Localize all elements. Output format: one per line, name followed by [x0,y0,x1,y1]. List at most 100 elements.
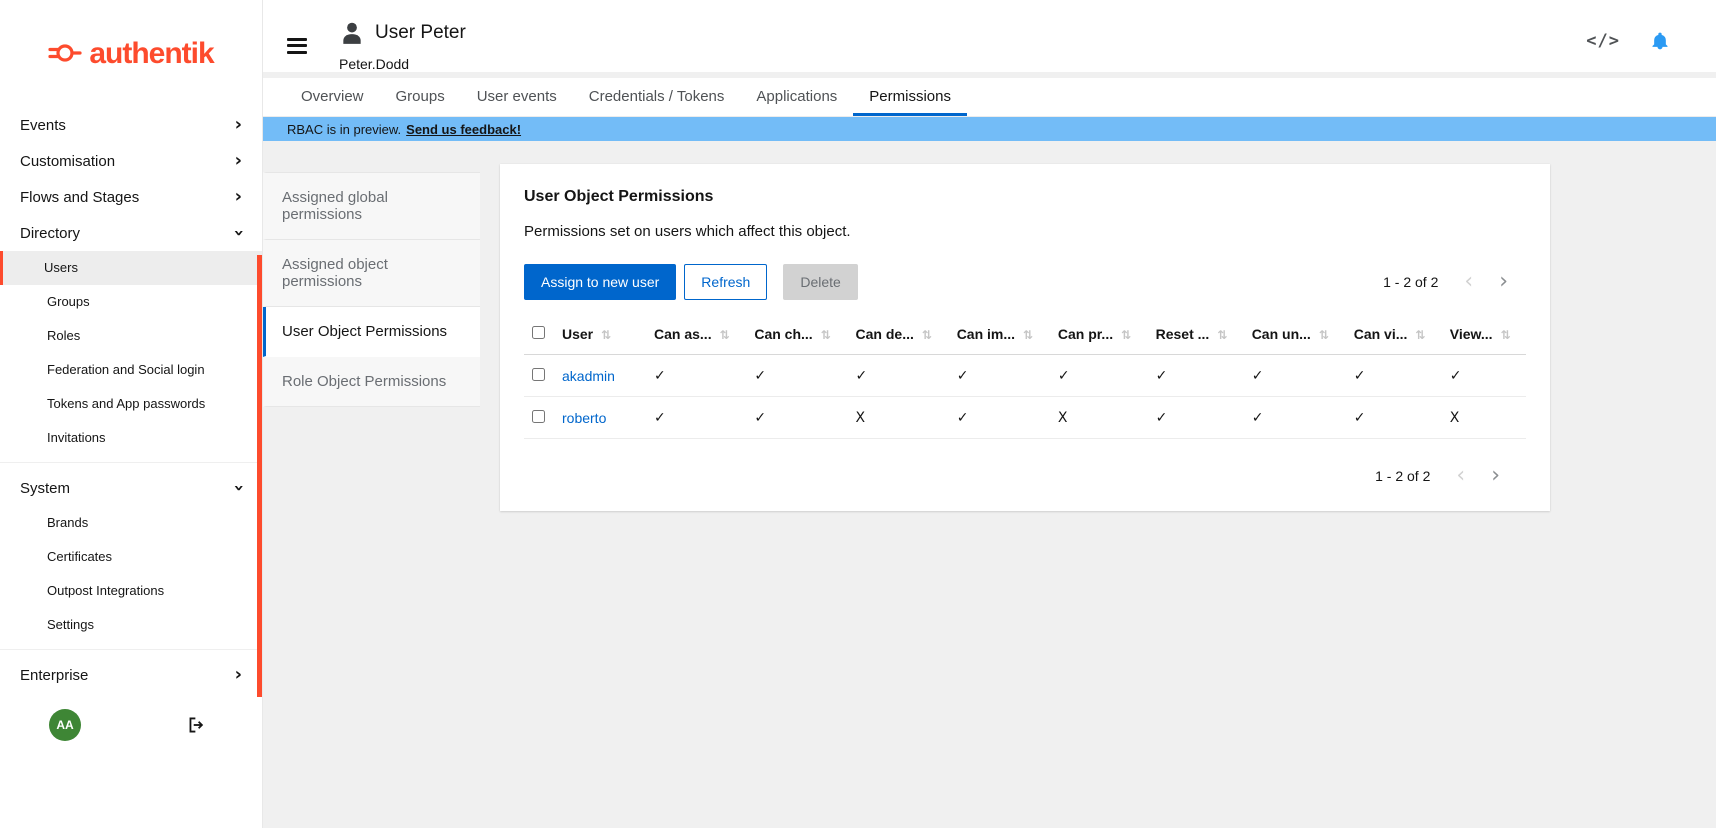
column-header-can-ch: Can ch... ⇅ [746,314,847,355]
sort-icon[interactable]: ⇅ [1217,328,1227,342]
chevron-right-icon: › [235,666,242,684]
subnav-item-assigned-object-permissions[interactable]: Assigned object permissions [263,240,480,307]
row-checkbox[interactable] [532,368,545,381]
chevron-right-icon: › [235,188,242,206]
sidebar-section-flows-and-stages[interactable]: Flows and Stages› [0,179,262,215]
sidebar-item-brands[interactable]: Brands [0,506,262,540]
sidebar-section-system[interactable]: System› [0,470,262,506]
row-checkbox[interactable] [532,410,545,423]
column-header-can-vi: Can vi... ⇅ [1346,314,1442,355]
subnav: Assigned global permissionsAssigned obje… [263,172,480,407]
page-subtitle: Peter.Dodd [339,56,466,72]
column-header-label[interactable]: Can un... [1252,326,1311,342]
pagination-next-button[interactable]: › [1491,465,1500,487]
permission-cell: ✓ [1346,355,1442,397]
permission-cell: ✓ [646,355,746,397]
tab-applications[interactable]: Applications [740,78,853,116]
feedback-link[interactable]: Send us feedback! [406,122,521,137]
sort-icon[interactable]: ⇅ [601,328,611,342]
app: authentik Events›Customisation›Flows and… [0,0,1716,828]
column-header-view: View... ⇅ [1442,314,1526,355]
x-icon: X [1450,410,1460,426]
column-header-label[interactable]: Reset ... [1156,326,1210,342]
preview-banner: RBAC is in preview. Send us feedback! [263,117,1716,141]
sidebar-section-customisation[interactable]: Customisation› [0,143,262,179]
tab-groups[interactable]: Groups [380,78,461,116]
notifications-bell-icon[interactable] [1650,30,1670,52]
sidebar-section-label: Customisation [20,153,115,170]
column-header-label[interactable]: View... [1450,326,1493,342]
sidebar-item-users[interactable]: Users [0,251,262,285]
sidebar-section-enterprise[interactable]: Enterprise› [0,657,262,693]
check-icon: ✓ [1252,368,1264,384]
check-icon: ✓ [1354,368,1366,384]
select-all-checkbox[interactable] [532,326,545,339]
sort-icon[interactable]: ⇅ [1121,328,1131,342]
sort-icon[interactable]: ⇅ [1415,328,1425,342]
permission-cell: X [1442,397,1526,439]
sort-icon[interactable]: ⇅ [1501,328,1511,342]
permission-cell: ✓ [1244,355,1346,397]
pagination-prev-button[interactable]: ‹ [1464,271,1473,293]
check-icon: ✓ [1450,368,1462,384]
column-header-label[interactable]: Can vi... [1354,326,1408,342]
check-icon: ✓ [1156,368,1168,384]
refresh-button[interactable]: Refresh [684,264,767,300]
subnav-item-assigned-global-permissions[interactable]: Assigned global permissions [263,172,480,240]
column-header-label[interactable]: Can pr... [1058,326,1113,342]
api-code-icon[interactable]: </> [1586,31,1620,51]
tab-user-events[interactable]: User events [461,78,573,116]
permission-cell: ✓ [949,355,1050,397]
hamburger-menu-icon[interactable] [287,34,307,57]
chevron-down-icon: › [229,484,247,491]
sidebar-item-invitations[interactable]: Invitations [0,421,262,455]
sidebar-item-certificates[interactable]: Certificates [0,540,262,574]
permission-cell: ✓ [949,397,1050,439]
check-icon: ✓ [1252,410,1264,426]
tab-overview[interactable]: Overview [285,78,380,116]
pagination-bottom: 1 - 2 of 2 ‹ › [524,465,1526,487]
column-header-label[interactable]: Can as... [654,326,712,342]
subnav-item-role-object-permissions[interactable]: Role Object Permissions [263,357,480,407]
pagination-prev-button[interactable]: ‹ [1456,465,1465,487]
user-link[interactable]: roberto [562,410,606,426]
sidebar-section-directory[interactable]: Directory› [0,215,262,251]
nav-divider [0,649,262,650]
sidebar-item-federation-and-social-login[interactable]: Federation and Social login [0,353,262,387]
header-icons: </> [1586,30,1670,52]
tab-permissions[interactable]: Permissions [853,78,967,116]
column-header-label[interactable]: User [562,326,593,342]
subnav-item-user-object-permissions[interactable]: User Object Permissions [263,307,480,357]
sidebar-section-events[interactable]: Events› [0,107,262,143]
pagination-next-button[interactable]: › [1499,271,1508,293]
logout-icon[interactable] [187,716,207,734]
column-header-label[interactable]: Can de... [856,326,914,342]
sidebar-item-outpost-integrations[interactable]: Outpost Integrations [0,574,262,608]
column-header-label[interactable]: Can ch... [754,326,812,342]
delete-button[interactable]: Delete [783,264,857,300]
avatar[interactable]: AA [49,709,81,741]
sidebar-scrollbar[interactable] [257,255,262,697]
assign-to-new-user-button[interactable]: Assign to new user [524,264,676,300]
user-avatar-icon [339,20,365,46]
tab-credentials-tokens[interactable]: Credentials / Tokens [573,78,741,116]
column-header-label[interactable]: Can im... [957,326,1015,342]
sort-icon[interactable]: ⇅ [1023,328,1033,342]
sort-icon[interactable]: ⇅ [922,328,932,342]
authentik-logo-text: authentik [89,37,213,71]
permission-cell: ✓ [1442,355,1526,397]
pagination-label: 1 - 2 of 2 [1383,274,1438,290]
sort-icon[interactable]: ⇅ [1319,328,1329,342]
sort-icon[interactable]: ⇅ [720,328,730,342]
check-icon: ✓ [754,410,766,426]
permission-cell: ✓ [746,397,847,439]
sidebar-item-settings[interactable]: Settings [0,608,262,642]
sidebar-item-groups[interactable]: Groups [0,285,262,319]
sidebar-item-roles[interactable]: Roles [0,319,262,353]
sidebar-item-tokens-and-app-passwords[interactable]: Tokens and App passwords [0,387,262,421]
sort-icon[interactable]: ⇅ [821,328,831,342]
select-all-cell [524,314,554,355]
check-icon: ✓ [1156,410,1168,426]
user-link[interactable]: akadmin [562,368,615,384]
authentik-logo[interactable]: authentik [0,0,262,107]
